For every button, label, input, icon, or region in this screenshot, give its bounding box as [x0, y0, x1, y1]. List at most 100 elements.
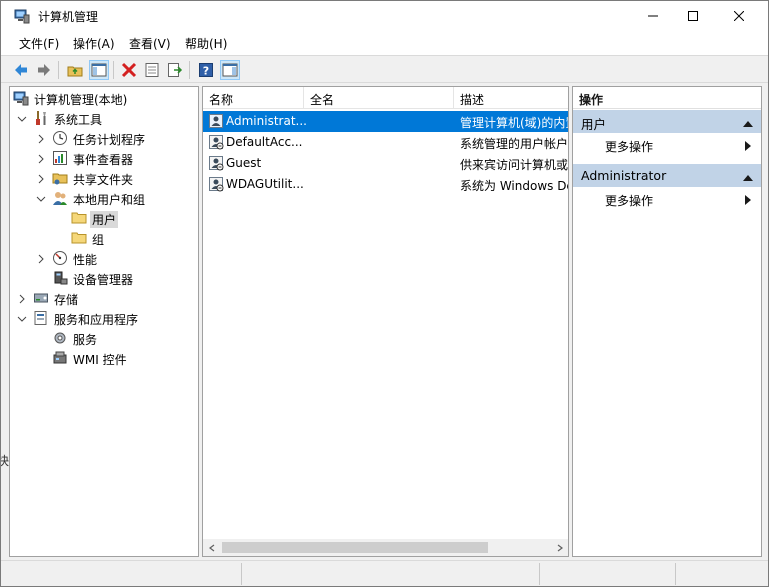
delete-icon [121, 62, 137, 78]
show-hide-action-pane-icon [222, 63, 238, 77]
maximize-button[interactable] [670, 1, 716, 31]
menu-help[interactable]: 帮助(H) [185, 35, 227, 52]
title-bar[interactable]: 计算机管理 [1, 1, 768, 31]
column-full-name[interactable]: 全名 [304, 87, 454, 109]
users-list: 名称 全名 描述 Administrat... 管理计算机(域)的内置 Defa… [202, 86, 569, 557]
tree-label: WMI 控件 [73, 353, 127, 367]
table-row[interactable]: Guest 供来宾访问计算机或 [203, 153, 568, 174]
chevron-down-icon[interactable] [36, 193, 46, 203]
close-button[interactable] [716, 1, 762, 31]
scrollbar-thumb[interactable] [222, 542, 488, 553]
menu-file[interactable]: 文件(F) [19, 35, 59, 52]
help-button[interactable]: ? [196, 60, 216, 80]
tree-item-shared-folders[interactable]: 共享文件夹 [10, 168, 198, 188]
folder-icon [71, 230, 87, 246]
chevron-down-icon[interactable] [17, 113, 27, 123]
show-hide-console-tree-button[interactable] [89, 60, 109, 80]
delete-button[interactable] [119, 60, 139, 80]
tree-item-device-manager[interactable]: 设备管理器 [10, 268, 198, 288]
chevron-right-icon[interactable] [36, 173, 46, 184]
tree-label: 设备管理器 [73, 273, 134, 287]
table-row[interactable]: Administrat... 管理计算机(域)的内置 [203, 111, 568, 132]
actions-pane: 操作 用户 更多操作 Administrator 更多操作 [572, 86, 762, 557]
tree-label: 组 [92, 233, 105, 247]
submenu-arrow-icon [745, 194, 751, 205]
toolbar: ? [1, 55, 768, 83]
export-icon [168, 63, 183, 77]
tree-item-local-users-groups[interactable]: 本地用户和组 [10, 188, 198, 208]
tree-item-storage[interactable]: 存储 [10, 288, 198, 308]
properties-button[interactable] [142, 60, 162, 80]
tree-item-groups[interactable]: 组 [10, 228, 198, 248]
action-group-label: Administrator [581, 168, 667, 183]
performance-icon [52, 250, 68, 266]
menu-view[interactable]: 查看(V) [129, 35, 171, 52]
tree-label: 服务 [73, 333, 98, 347]
tree-label: 本地用户和组 [73, 193, 146, 207]
show-hide-tree-icon [91, 63, 107, 77]
cell-name: Administrat... [226, 114, 306, 128]
horizontal-scrollbar[interactable] [203, 539, 568, 556]
chevron-down-icon[interactable] [17, 313, 27, 323]
tree-item-computer-management[interactable]: 计算机管理(本地) [10, 88, 198, 108]
tree-label: 性能 [73, 253, 98, 267]
tree-item-system-tools[interactable]: 系统工具 [10, 108, 198, 128]
column-description[interactable]: 描述 [454, 87, 568, 109]
background-edge-text: 快 [1, 452, 9, 469]
submenu-arrow-icon [745, 140, 751, 151]
up-folder-icon [67, 66, 83, 77]
chevron-up-icon[interactable] [743, 171, 753, 181]
forward-icon [38, 64, 50, 76]
chevron-up-icon[interactable] [743, 117, 753, 127]
scroll-left-icon[interactable] [203, 539, 220, 556]
back-icon [15, 64, 27, 76]
cell-description: 系统为 Windows De [460, 179, 568, 193]
device-manager-icon [52, 270, 68, 286]
chevron-right-icon[interactable] [36, 253, 46, 264]
disabled-user-icon [208, 134, 224, 150]
column-name[interactable]: 名称 [203, 87, 304, 109]
tree-label: 计算机管理(本地) [34, 93, 128, 107]
cell-name: DefaultAcc... [226, 135, 303, 149]
forward-button[interactable] [34, 60, 54, 80]
tree-item-wmi-control[interactable]: WMI 控件 [10, 348, 198, 368]
back-button[interactable] [11, 60, 31, 80]
table-row[interactable]: DefaultAcc... 系统管理的用户帐户 [203, 132, 568, 153]
status-bar [1, 560, 768, 586]
chevron-right-icon[interactable] [36, 133, 46, 144]
action-more-actions-administrator[interactable]: 更多操作 [573, 188, 761, 210]
event-viewer-icon [52, 150, 68, 166]
menu-action[interactable]: 操作(A) [73, 35, 115, 52]
clock-icon [52, 130, 68, 146]
shared-folder-icon [52, 170, 68, 186]
folder-icon [71, 210, 87, 226]
up-one-level-button[interactable] [65, 60, 85, 80]
computer-management-window: 计算机管理 文件(F) 操作(A) 查看(V) 帮助(H) ? 计算机管理(本地… [0, 0, 769, 587]
action-group-administrator[interactable]: Administrator [573, 164, 761, 187]
cell-name: Guest [226, 156, 262, 170]
tree-item-event-viewer[interactable]: 事件查看器 [10, 148, 198, 168]
tree-label: 用户 [90, 211, 119, 228]
tree-item-services[interactable]: 服务 [10, 328, 198, 348]
show-hide-action-pane-button[interactable] [220, 60, 240, 80]
properties-icon [145, 63, 159, 77]
action-group-label: 用户 [581, 117, 607, 132]
action-group-users[interactable]: 用户 [573, 110, 761, 133]
tree-item-performance[interactable]: 性能 [10, 248, 198, 268]
tree-item-task-scheduler[interactable]: 任务计划程序 [10, 128, 198, 148]
export-list-button[interactable] [165, 60, 185, 80]
table-row[interactable]: WDAGUtilit... 系统为 Windows De [203, 174, 568, 195]
chevron-right-icon[interactable] [36, 153, 46, 164]
chevron-right-icon[interactable] [17, 293, 27, 304]
tree-item-users[interactable]: 用户 [10, 208, 198, 228]
menu-bar: 文件(F) 操作(A) 查看(V) 帮助(H) [1, 31, 768, 55]
action-more-actions-users[interactable]: 更多操作 [573, 134, 761, 156]
disabled-user-icon [208, 155, 224, 171]
scroll-right-icon[interactable] [551, 539, 568, 556]
tree-item-services-apps[interactable]: 服务和应用程序 [10, 308, 198, 328]
tree-label: 存储 [54, 293, 79, 307]
services-apps-icon [33, 310, 49, 326]
actions-title: 操作 [573, 87, 761, 109]
console-tree: 计算机管理(本地) 系统工具 任务计划程序 事件查看器 共享文件夹 本地用户和组 [9, 86, 199, 557]
tree-label: 任务计划程序 [73, 133, 146, 147]
